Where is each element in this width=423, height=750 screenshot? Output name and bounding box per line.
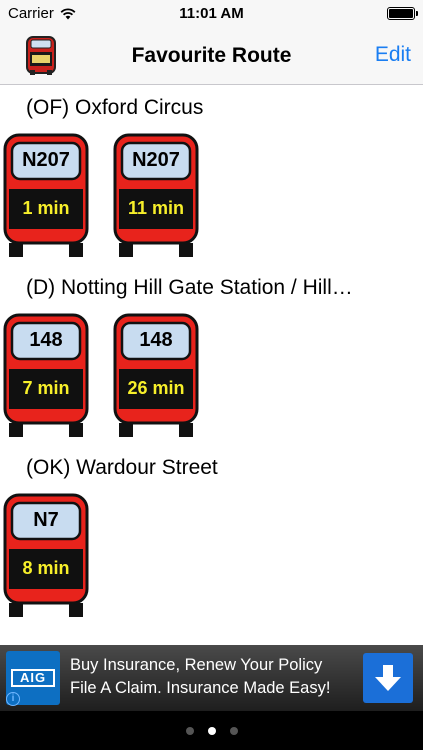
- stop-section: (D) Notting Hill Gate Station / Hill… 14…: [0, 265, 423, 445]
- status-bar: Carrier 11:01 AM: [0, 0, 423, 28]
- route-number: N207: [22, 149, 70, 171]
- eta-label: 8 min: [22, 558, 70, 578]
- route-number: 148: [29, 329, 63, 351]
- ad-line-2: File A Claim. Insurance Made Easy!: [70, 679, 331, 697]
- bus-arrival-card[interactable]: N207 1 min: [3, 133, 89, 259]
- eta-label: 11 min: [127, 198, 185, 218]
- page-dot[interactable]: [185, 727, 194, 735]
- bus-arrival-card[interactable]: N7 8 min: [3, 493, 89, 619]
- status-time: 11:01 AM: [179, 5, 244, 22]
- page-control: [0, 711, 423, 750]
- bus-arrival-card[interactable]: 148 26 min: [113, 313, 199, 439]
- bus-arrival-card[interactable]: N207 11 min: [113, 133, 199, 259]
- bus-row: N207 1 min N207 11 min: [0, 131, 423, 265]
- favourite-routes-list: (OF) Oxford Circus N207 1 min N207 11 mi…: [0, 85, 423, 645]
- info-icon[interactable]: i: [6, 692, 20, 706]
- route-number: N7: [33, 509, 59, 531]
- edit-button[interactable]: Edit: [375, 43, 411, 67]
- battery-icon: [387, 7, 418, 20]
- eta-label: 1 min: [22, 198, 70, 218]
- aig-logo-text: AIG: [11, 669, 55, 687]
- ad-banner[interactable]: AIG Buy Insurance, Renew Your Policy Fil…: [0, 645, 423, 711]
- eta-label: 7 min: [22, 378, 70, 398]
- bus-row: N7 8 min: [0, 491, 423, 625]
- stop-title: (OK) Wardour Street: [26, 456, 218, 479]
- page-dots: [0, 722, 423, 740]
- download-button[interactable]: [363, 653, 413, 703]
- stop-section: (OK) Wardour Street N7 8 min: [0, 445, 423, 625]
- page-dot[interactable]: [229, 727, 238, 735]
- stop-title: (OF) Oxford Circus: [26, 96, 204, 119]
- stop-section: (OF) Oxford Circus N207 1 min N207 11 mi…: [0, 85, 423, 265]
- route-number: N207: [132, 149, 180, 171]
- bus-arrival-card[interactable]: 148 7 min: [3, 313, 89, 439]
- ad-line-1: Buy Insurance, Renew Your Policy: [70, 656, 323, 674]
- bus-row: 148 7 min 148 26 min: [0, 311, 423, 445]
- download-arrow-icon: [375, 665, 401, 691]
- page-title: Favourite Route: [131, 44, 292, 67]
- nav-bar: Favourite Route Edit: [0, 28, 423, 85]
- page-dot[interactable]: [207, 727, 216, 735]
- ad-text: Buy Insurance, Renew Your Policy File A …: [70, 654, 330, 700]
- stop-title: (D) Notting Hill Gate Station / Hill…: [26, 276, 353, 299]
- eta-label: 26 min: [127, 378, 185, 398]
- route-number: 148: [139, 329, 173, 351]
